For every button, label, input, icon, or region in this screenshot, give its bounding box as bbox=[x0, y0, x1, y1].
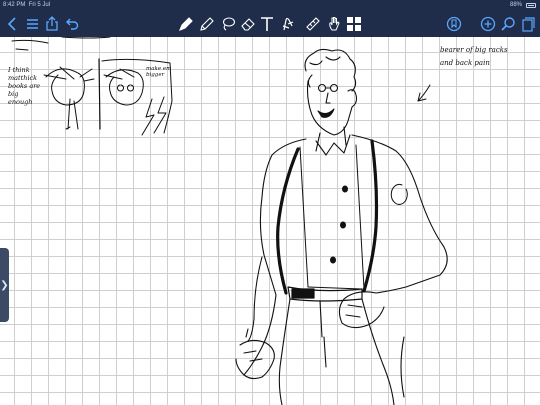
ruler-tool[interactable] bbox=[303, 14, 323, 34]
undo-icon bbox=[66, 18, 79, 30]
grid-tool[interactable] bbox=[344, 14, 364, 34]
scribble-mark bbox=[15, 48, 29, 51]
lasso-icon bbox=[222, 17, 236, 31]
character-buttons bbox=[330, 185, 348, 264]
character-head bbox=[304, 48, 358, 136]
status-bar: 8:42 PM Fri 5 Jul 88% bbox=[0, 0, 540, 10]
battery-icon bbox=[526, 2, 536, 8]
back-button[interactable] bbox=[3, 14, 23, 34]
character-collar bbox=[315, 126, 351, 156]
character-suspenders bbox=[276, 139, 379, 295]
annotation-arrow bbox=[417, 84, 431, 102]
pages-button[interactable] bbox=[518, 14, 538, 34]
ruler-icon bbox=[306, 17, 320, 31]
hand-icon bbox=[329, 17, 340, 31]
bookmark-button[interactable] bbox=[444, 14, 464, 34]
lasso-tool[interactable] bbox=[218, 14, 238, 34]
character-torso bbox=[243, 134, 448, 376]
shape-tool[interactable] bbox=[278, 14, 298, 34]
list-button[interactable] bbox=[22, 14, 42, 34]
drawing-canvas[interactable]: I think matthick books are big enough ma… bbox=[0, 37, 540, 405]
pencil-tool[interactable] bbox=[197, 14, 217, 34]
note-small-text: make em bigger bbox=[146, 66, 172, 78]
toolbar bbox=[0, 10, 540, 37]
character-trousers bbox=[278, 298, 405, 405]
status-time: 8:42 PM Fri 5 Jul bbox=[3, 0, 50, 10]
thumbnail-sketch-2 bbox=[103, 68, 167, 136]
status-time-text: 8:42 PM bbox=[3, 2, 26, 8]
add-page-button[interactable] bbox=[478, 14, 498, 34]
pen-tool[interactable] bbox=[176, 14, 196, 34]
note-left-text: I think matthick books are big enough bbox=[8, 66, 41, 106]
character-arms bbox=[235, 256, 385, 380]
eraser-tool[interactable] bbox=[238, 14, 258, 34]
chevron-right-icon: ❯ bbox=[0, 279, 9, 291]
list-icon bbox=[27, 19, 38, 29]
eraser-icon bbox=[241, 18, 255, 31]
text-icon bbox=[261, 17, 273, 31]
sketch-divider bbox=[98, 58, 101, 130]
text-tool[interactable] bbox=[257, 14, 277, 34]
grid-icon bbox=[347, 17, 361, 31]
battery-percent: 88% bbox=[509, 2, 522, 8]
note-right-text: bearer of big racks and back pain bbox=[440, 46, 508, 67]
pencil-icon bbox=[200, 17, 214, 31]
status-right: 88% bbox=[510, 0, 536, 10]
pen-icon bbox=[179, 17, 193, 31]
thumbnail-sketch-1 bbox=[43, 66, 95, 130]
sidebar-toggle[interactable]: ❯ bbox=[0, 248, 9, 322]
status-date-text: Fri 5 Jul bbox=[28, 2, 51, 8]
bookmark-icon bbox=[446, 16, 462, 32]
shape-icon bbox=[282, 17, 294, 31]
add-icon bbox=[480, 16, 496, 32]
share-button[interactable] bbox=[42, 14, 62, 34]
pages-icon bbox=[522, 17, 535, 32]
search-button[interactable] bbox=[498, 14, 518, 34]
share-icon bbox=[46, 16, 58, 31]
sketch-drawing bbox=[11, 37, 448, 405]
hand-tool[interactable] bbox=[324, 14, 344, 34]
chevron-left-icon bbox=[7, 17, 16, 31]
search-icon bbox=[501, 17, 515, 31]
scribble-top bbox=[11, 37, 111, 44]
undo-button[interactable] bbox=[62, 14, 82, 34]
